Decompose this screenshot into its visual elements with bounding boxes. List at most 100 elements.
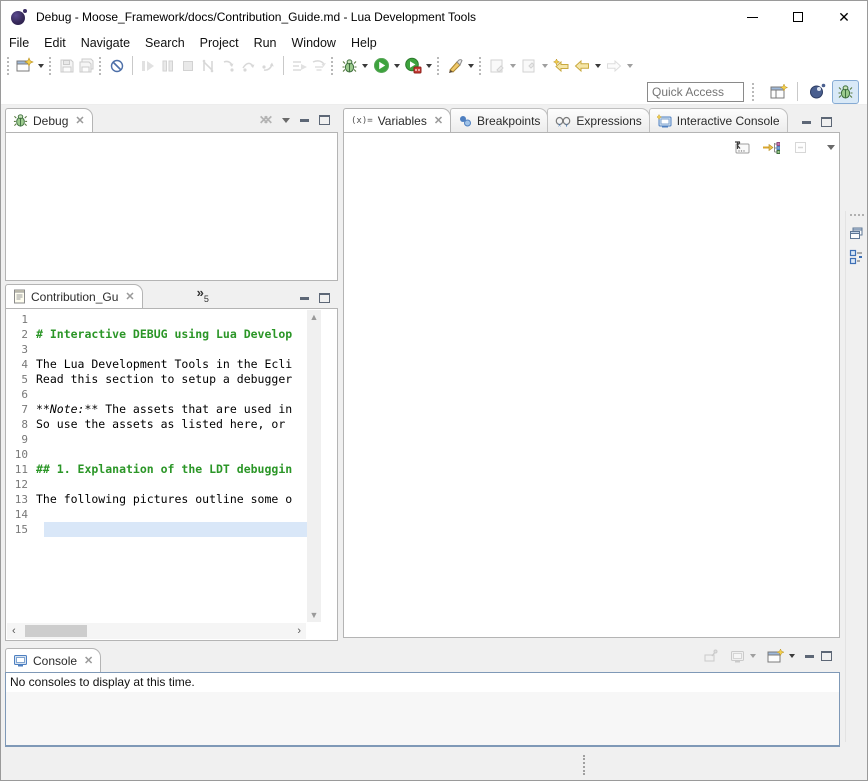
open-console-dropdown[interactable] <box>789 654 795 658</box>
hidden-editors-chevron[interactable]: » 5 <box>197 288 209 308</box>
new-wizard-button[interactable] <box>15 55 35 77</box>
step-into-button[interactable] <box>218 55 238 77</box>
menu-search[interactable]: Search <box>145 34 194 52</box>
line-number[interactable]: 1 <box>6 312 36 327</box>
toolbar-drag-handle[interactable] <box>479 57 483 75</box>
toolbar-drag-handle[interactable] <box>49 57 53 75</box>
line-number[interactable]: 7 <box>6 402 36 417</box>
step-return-button[interactable] <box>258 55 278 77</box>
next-annotation-button[interactable] <box>487 55 507 77</box>
editor-horizontal-scrollbar[interactable]: ‹ › <box>7 623 306 639</box>
line-number[interactable]: 15 <box>6 522 36 537</box>
editor-line[interactable]: 1 <box>6 312 307 327</box>
debug-maximize-button[interactable] <box>319 115 330 125</box>
quick-access-input[interactable] <box>647 82 744 102</box>
editor-line[interactable]: 9 <box>6 432 307 447</box>
drop-to-frame-button[interactable] <box>289 55 309 77</box>
editor-line[interactable]: 11## 1. Explanation of the LDT debuggin <box>6 462 307 477</box>
line-number[interactable]: 4 <box>6 357 36 372</box>
scrollbar-thumb[interactable] <box>25 625 87 637</box>
menu-navigate[interactable]: Navigate <box>81 34 139 52</box>
next-annotation-dropdown[interactable] <box>510 64 516 68</box>
editor-line[interactable]: 6 <box>6 387 307 402</box>
external-tools-dropdown[interactable] <box>468 64 474 68</box>
scroll-up-icon[interactable]: ▲ <box>310 310 319 324</box>
editor-line[interactable]: 10 <box>6 447 307 462</box>
toolbar-drag-handle[interactable] <box>752 83 756 101</box>
menu-window[interactable]: Window <box>292 34 345 52</box>
line-number[interactable]: 9 <box>6 432 36 447</box>
toolbar-drag-handle[interactable] <box>99 57 103 75</box>
previous-annotation-dropdown[interactable] <box>542 64 548 68</box>
resume-button[interactable] <box>138 55 158 77</box>
show-logical-structure-button[interactable] <box>761 136 781 158</box>
ministrip-drag-handle[interactable] <box>850 214 864 217</box>
run-dropdown[interactable] <box>394 64 400 68</box>
tab-variables[interactable]: (x)= Variables ✕ <box>343 108 451 132</box>
menu-help[interactable]: Help <box>351 34 386 52</box>
open-perspective-button[interactable] <box>765 80 792 104</box>
lua-perspective-button[interactable] <box>804 80 831 104</box>
line-number[interactable]: 14 <box>6 507 36 522</box>
menu-file[interactable]: File <box>9 34 38 52</box>
menu-edit[interactable]: Edit <box>44 34 75 52</box>
debug-dropdown[interactable] <box>362 64 368 68</box>
last-edit-location-button[interactable] <box>551 55 572 77</box>
use-step-filters-button[interactable] <box>309 55 329 77</box>
menu-project[interactable]: Project <box>200 34 248 52</box>
menu-run[interactable]: Run <box>254 34 286 52</box>
debug-minimize-button[interactable] <box>300 119 309 122</box>
terminate-button[interactable] <box>178 55 198 77</box>
editor-line[interactable]: 8So use the assets as listed here, or <box>6 417 307 432</box>
line-number[interactable]: 5 <box>6 372 36 387</box>
tab-debug[interactable]: Debug ✕ <box>5 108 93 132</box>
line-number[interactable]: 8 <box>6 417 36 432</box>
debug-view-menu-button[interactable] <box>282 118 290 123</box>
variables-minimize-button[interactable] <box>802 121 811 124</box>
display-console-dropdown[interactable] <box>750 654 756 658</box>
editor-maximize-button[interactable] <box>319 293 330 303</box>
skip-all-breakpoints-button[interactable] <box>107 55 127 77</box>
maximize-window-button[interactable] <box>775 1 821 33</box>
tab-breakpoints[interactable]: Breakpoints <box>450 108 548 132</box>
tab-console[interactable]: Console ✕ <box>5 648 101 672</box>
step-over-button[interactable] <box>238 55 258 77</box>
close-debug-tab-icon[interactable]: ✕ <box>75 114 84 127</box>
editor-area[interactable]: 1 2# Interactive DEBUG using Lua Develop… <box>5 308 338 641</box>
line-number[interactable]: 2 <box>6 327 36 342</box>
profile-button[interactable] <box>403 55 423 77</box>
toolbar-drag-handle[interactable] <box>437 57 441 75</box>
editor-line[interactable]: 12 <box>6 477 307 492</box>
variables-maximize-button[interactable] <box>821 117 832 127</box>
close-editor-tab-icon[interactable]: ✕ <box>125 290 134 303</box>
editor-vertical-scrollbar[interactable]: ▲ ▼ <box>307 310 321 622</box>
remove-all-terminated-button[interactable]: ✕✕ <box>259 113 272 127</box>
new-wizard-dropdown[interactable] <box>38 64 44 68</box>
tab-contribution-guide[interactable]: Contribution_Gu ✕ <box>5 284 143 308</box>
suspend-button[interactable] <box>158 55 178 77</box>
profile-dropdown[interactable] <box>426 64 432 68</box>
line-number[interactable]: 3 <box>6 342 36 357</box>
line-number[interactable]: 13 <box>6 492 36 507</box>
forward-dropdown[interactable] <box>627 64 633 68</box>
collapse-all-button[interactable] <box>790 136 810 158</box>
variables-view-menu-button[interactable] <box>827 145 835 150</box>
close-variables-tab-icon[interactable]: ✕ <box>434 114 443 127</box>
statusbar-drag-handle[interactable] <box>583 755 586 775</box>
pin-console-button[interactable] <box>700 645 720 667</box>
line-number[interactable]: 10 <box>6 447 36 462</box>
tab-expressions[interactable]: x y Expressions <box>547 108 649 132</box>
line-number[interactable]: 11 <box>6 462 36 477</box>
editor-line[interactable]: 7**Note:** The assets that are used in <box>6 402 307 417</box>
outline-view-button[interactable] <box>847 247 867 267</box>
toolbar-drag-handle[interactable] <box>331 57 335 75</box>
editor-line[interactable]: 2# Interactive DEBUG using Lua Develop <box>6 327 307 342</box>
editor-line-current[interactable]: 15 <box>6 522 307 537</box>
editor-line[interactable]: 13The following pictures outline some o <box>6 492 307 507</box>
console-maximize-button[interactable] <box>821 651 832 661</box>
editor-line[interactable]: 4The Lua Development Tools in the Ecli <box>6 357 307 372</box>
tab-interactive-console[interactable]: Interactive Console <box>649 108 788 132</box>
back-dropdown[interactable] <box>595 64 601 68</box>
show-type-names-button[interactable] <box>732 136 752 158</box>
editor-line[interactable]: 3 <box>6 342 307 357</box>
